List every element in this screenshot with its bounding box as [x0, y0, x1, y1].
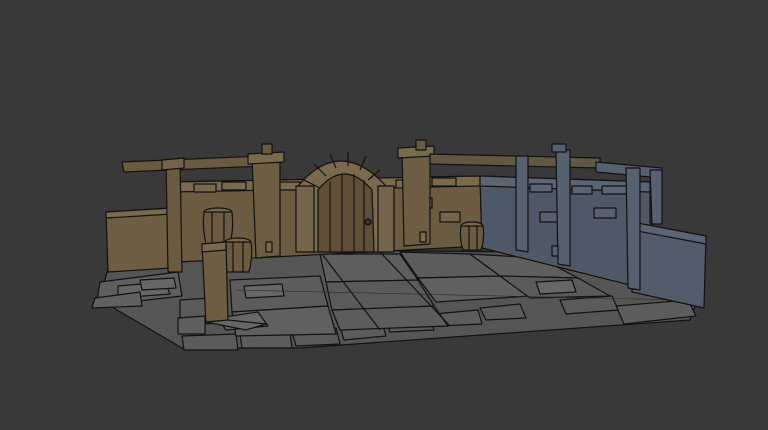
arched-door-icon — [295, 152, 395, 253]
3d-viewport[interactable] — [0, 0, 768, 430]
dungeon-scene — [91, 139, 707, 351]
